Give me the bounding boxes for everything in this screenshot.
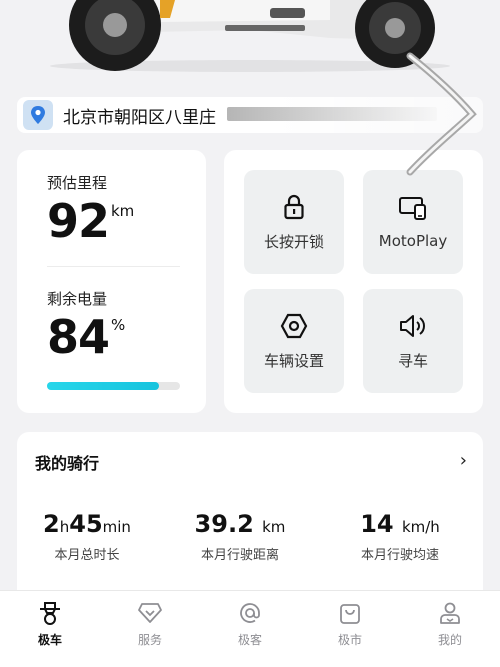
speaker-icon	[398, 312, 428, 340]
vehicle-settings-button[interactable]: 车辆设置	[244, 289, 344, 393]
tab-jiche[interactable]: 极车	[0, 591, 100, 667]
scooter-hero-image	[0, 0, 500, 95]
range-unit: km	[111, 202, 135, 220]
distance-value: 39.2	[194, 510, 254, 538]
speed-caption: 本月行驶均速	[360, 548, 439, 563]
unlock-button[interactable]: 长按开锁	[244, 170, 344, 274]
range-label: 预估里程	[47, 174, 108, 192]
vehicle-controls-card: 长按开锁 MotoPlay 车辆设置 寻车	[224, 150, 483, 413]
motoplay-button[interactable]: MotoPlay	[363, 170, 463, 274]
duration-caption: 本月总时长	[54, 548, 120, 563]
tab-mine[interactable]: 我的	[400, 591, 500, 667]
battery-progress-bar	[47, 382, 180, 390]
shopping-bag-icon	[337, 599, 363, 627]
battery-value: 84	[47, 310, 110, 364]
scooter-icon	[37, 599, 63, 627]
profile-icon	[437, 599, 463, 627]
location-text: 北京市朝阳区八里庄	[63, 107, 216, 128]
location-redaction	[227, 107, 437, 121]
battery-progress-fill	[47, 382, 159, 390]
duration-minutes: 45	[69, 510, 103, 538]
unlock-label: 长按开锁	[263, 232, 324, 251]
distance-caption: 本月行驶距离	[200, 548, 279, 563]
ride-title: 我的骑行	[35, 454, 100, 473]
at-circle-icon	[237, 599, 263, 627]
ride-duration-stat: 2h45min 本月总时长	[12, 510, 162, 563]
range-value: 92	[47, 194, 110, 248]
ride-speed-stat: 14 km/h 本月行驶均速	[325, 510, 475, 563]
find-vehicle-label: 寻车	[397, 351, 428, 370]
location-bar[interactable]: 北京市朝阳区八里庄	[17, 97, 483, 133]
duration-minutes-unit: min	[102, 518, 131, 536]
chevron-right-icon[interactable]: ›	[460, 450, 467, 471]
diamond-icon	[137, 599, 163, 627]
my-riding-card[interactable]: 我的骑行 › 2h45min 本月总时长 39.2 km 本月行驶距离 14 k…	[17, 432, 483, 607]
vehicle-stats-card: 预估里程 92 km 剩余电量 84 %	[17, 150, 206, 413]
hex-nut-icon	[280, 312, 308, 340]
lock-icon	[283, 193, 305, 221]
vehicle-settings-label: 车辆设置	[263, 351, 324, 370]
tab-service[interactable]: 服务	[100, 591, 200, 667]
stats-divider	[47, 266, 180, 267]
tab-market[interactable]: 极市	[300, 591, 400, 667]
speed-unit: km/h	[401, 518, 440, 536]
duration-hours-unit: h	[59, 518, 70, 536]
tab-service-label: 服务	[137, 633, 162, 647]
ride-distance-stat: 39.2 km 本月行驶距离	[165, 510, 315, 563]
battery-unit: %	[111, 316, 126, 334]
phone-cast-icon	[398, 194, 428, 222]
tab-market-label: 极市	[337, 633, 362, 647]
tab-geek-label: 极客	[237, 633, 262, 647]
tab-mine-label: 我的	[437, 633, 462, 647]
distance-unit: km	[262, 518, 286, 536]
bottom-tab-bar: 极车 服务 极客 极市 我的	[0, 590, 500, 667]
tab-geek[interactable]: 极客	[200, 591, 300, 667]
map-pin-icon	[23, 100, 53, 130]
tab-jiche-label: 极车	[37, 633, 62, 647]
motoplay-label: MotoPlay	[378, 232, 448, 250]
speed-value: 14	[360, 510, 394, 538]
duration-hours: 2	[43, 510, 60, 538]
battery-label: 剩余电量	[47, 290, 108, 308]
find-vehicle-button[interactable]: 寻车	[363, 289, 463, 393]
